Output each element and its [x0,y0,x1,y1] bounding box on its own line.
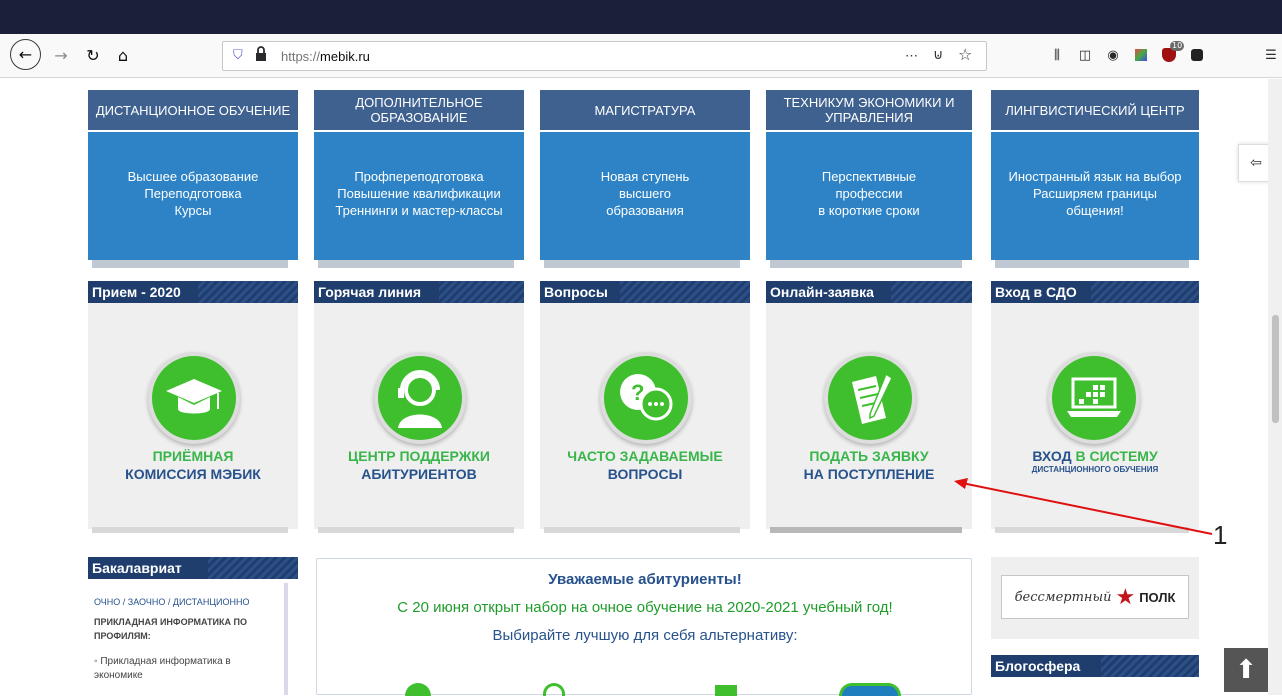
card-caption[interactable]: КОМИССИЯ МЭБИК [88,466,298,482]
green-icon [405,683,431,696]
program-body-college[interactable]: Перспективные профессии в короткие сроки [766,132,972,260]
card-caption[interactable]: ЧАСТО ЗАДАВАЕМЫЕ [540,448,750,464]
annotation-arrow [954,478,1213,535]
back-button[interactable]: ← [10,39,41,70]
section-head-admission: Прием - 2020 [88,281,298,303]
notice-box: Уважаемые абитуриенты! С 20 июня открыт … [316,558,972,696]
program-body-additional[interactable]: Профпереподготовка Повышение квалификации… [314,132,524,260]
card-caption[interactable]: НА ПОСТУПЛЕНИЕ [766,466,972,482]
shield-icon: ⛉ [233,48,243,63]
program-header-college[interactable]: ТЕХНИКУМ ЭКОНОМИКИ И УПРАВЛЕНИЯ [766,90,972,130]
program-header-linguistic[interactable]: ЛИНГВИСТИЧЕСКИЙ ЦЕНТР [991,90,1199,130]
ublock-icon[interactable]: 10 [1156,40,1185,70]
card-caption[interactable]: АБИТУРИЕНТОВ [314,466,524,482]
graduation-cap-icon[interactable] [148,352,240,444]
study-modes[interactable]: ОЧНО / ЗАОЧНО / ДИСТАНЦИОННО [94,597,249,607]
forward-arrow-icon: → [54,45,68,65]
card-caption[interactable]: ПОДАТЬ ЗАЯВКУ [766,448,972,464]
bachelor-body: ОЧНО / ЗАОЧНО / ДИСТАНЦИОННО ПРИКЛАДНАЯ … [88,583,288,695]
scrollbar[interactable] [1268,79,1282,695]
window-titlebar [0,0,1282,34]
card-shadow [318,527,514,533]
notice-title: Уважаемые абитуриенты! [548,571,742,588]
polk-banner-box: бессмертный ★ ПОЛК [991,557,1199,639]
card-caption[interactable]: ДИСТАНЦИОННОГО ОБУЧЕНИЯ [991,465,1199,474]
blogosphere-head: Блогосфера [991,655,1199,677]
polk-banner[interactable]: бессмертный ★ ПОЛК [1001,575,1189,619]
program-body-distance[interactable]: Высшее образование Переподготовка Курсы [88,132,298,260]
extension2-icon[interactable] [1184,40,1210,70]
program-shadow [995,260,1189,268]
support-operator-icon[interactable] [374,352,466,444]
browser-toolbar: ← → ↻ ⌂ ⛉ https://mebik.ru ⋯ ⊍ ☆ ⫼ ◫ ◉ 1… [0,34,1282,78]
bachelor-head: Бакалавриат [88,557,298,579]
document-pen-icon[interactable] [824,352,916,444]
card-shadow [92,527,288,533]
faq-bubbles-icon[interactable]: ? [600,352,692,444]
star-icon: ★ [1115,584,1136,610]
reload-icon: ↻ [86,45,100,65]
notice-line: С 20 июня открыт набор на очное обучение… [397,599,893,616]
card-shadow [770,527,962,533]
program-shadow [318,260,514,268]
forward-button[interactable]: → [46,40,76,70]
home-button[interactable]: ⌂ [108,40,138,70]
reload-button[interactable]: ↻ [78,40,108,70]
section-head-login: Вход в СДО [991,281,1199,303]
card-shadow [544,527,740,533]
green-icon [543,683,565,696]
menu-icon[interactable]: ☰ [1258,40,1282,70]
home-icon: ⌂ [117,45,129,65]
account-icon[interactable]: ◉ [1100,40,1126,70]
extension-icon[interactable] [1128,40,1154,70]
program-header-additional[interactable]: ДОПОЛНИТЕЛЬНОЕ ОБРАЗОВАНИЕ [314,90,524,130]
green-icon [715,685,737,696]
extension-badge: 10 [1170,41,1185,51]
laptop-icon[interactable] [1048,352,1140,444]
page-actions-icon[interactable]: ⋯ [905,48,918,64]
section-head-questions: Вопросы [540,281,750,303]
annotation-label: 1 [1213,520,1228,550]
card-caption[interactable]: ЦЕНТР ПОДДЕРЖКИ [314,448,524,464]
section-head-online: Онлайн-заявка [766,281,972,303]
program-header-master[interactable]: МАГИСТРАТУРА [540,90,750,130]
scroll-thumb[interactable] [1272,315,1279,423]
card-caption[interactable]: ПРИЁМНАЯ [88,448,298,464]
profiles-label: ПРИКЛАДНАЯ ИНФОРМАТИКА ПО ПРОФИЛЯМ: [94,617,247,641]
up-arrow-icon: ⬆ [1235,655,1257,685]
notice-line: Выбирайте лучшую для себя альтернативу: [492,627,798,644]
pocket-icon[interactable]: ⊍ [933,47,943,63]
program-header-distance[interactable]: ДИСТАНЦИОННОЕ ОБУЧЕНИЕ [88,90,298,130]
address-bar[interactable]: ⛉ https://mebik.ru ⋯ ⊍ ☆ [222,41,987,71]
program-shadow [92,260,288,268]
bookmark-star-icon[interactable]: ☆ [958,45,972,64]
blue-icon [839,683,901,696]
program-shadow [770,260,962,268]
program-body-linguistic[interactable]: Иностранный язык на выбор Расширяем грани… [991,132,1199,260]
library-icon[interactable]: ⫼ [1044,40,1070,70]
program-body-master[interactable]: Новая ступень высшего образования [540,132,750,260]
program-shadow [544,260,740,268]
back-arrow-icon: ← [18,45,33,64]
lock-icon [255,46,266,61]
profile-item[interactable]: ◦ Прикладная информатика в экономике [94,655,274,683]
sidebar-icon[interactable]: ◫ [1072,40,1098,70]
card-caption[interactable]: ВХОД В СИСТЕМУ [991,448,1199,464]
scroll-to-top-button[interactable]: ⬆ [1224,648,1268,692]
section-head-hotline: Горячая линия [314,281,524,303]
card-caption[interactable]: ВОПРОСЫ [540,466,750,482]
url-text[interactable]: https://mebik.ru [281,49,370,64]
